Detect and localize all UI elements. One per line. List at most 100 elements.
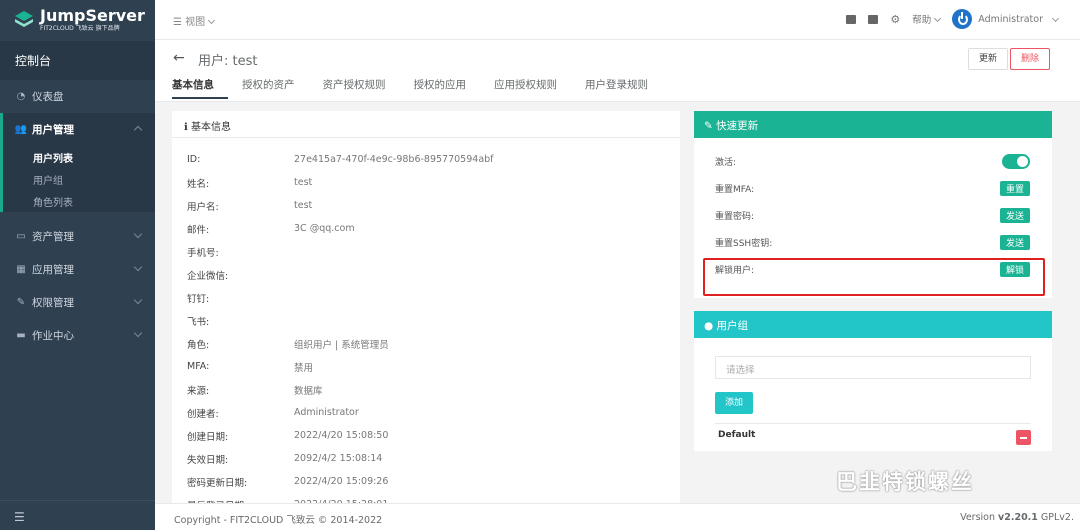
info-label: 飞书: <box>187 316 210 328</box>
edit-icon: ✎ <box>16 297 26 308</box>
info-value: Administrator <box>294 407 359 418</box>
tab-app-perm-rules[interactable]: 应用授权规则 <box>494 77 571 99</box>
info-label: 创建日期: <box>187 431 229 443</box>
info-row: 创建日期: 2022/4/20 15:08:50 <box>172 424 680 447</box>
chevron-down-icon <box>1051 14 1060 22</box>
info-value: 27e415a7-470f-4e9c-98b6-895770594abf <box>294 154 494 165</box>
info-label: 钉钉: <box>187 293 210 305</box>
sidebar-item-job-center[interactable]: ▬ 作业中心 <box>0 319 155 352</box>
edit-icon: ✎ <box>704 120 713 132</box>
info-value: 组织用户 | 系统管理员 <box>294 339 389 351</box>
sidebar-item-label: 用户管理 <box>32 124 74 136</box>
terminal-icon[interactable] <box>868 14 879 24</box>
info-label: 邮件: <box>187 224 210 236</box>
info-value: test <box>294 200 313 211</box>
info-row: 来源: 数据库 <box>172 378 680 401</box>
reset-mfa-button[interactable]: 重置 <box>999 181 1030 196</box>
basic-info-panel: ℹ 基本信息 ID: 27e415a7-470f-4e9c-98b6-895770… <box>172 111 680 503</box>
view-label: 视图 <box>185 17 206 28</box>
info-label: 用户名: <box>187 201 219 213</box>
info-rows: ID: 27e415a7-470f-4e9c-98b6-895770594abf 姓… <box>172 138 680 503</box>
update-button[interactable]: 更新 <box>967 48 1008 70</box>
sidebar-group-user-mgmt: 👥 用户管理 用户列表 用户组 角色列表 <box>0 113 155 212</box>
info-label: 手机号: <box>187 247 219 259</box>
sidebar-item-role-list[interactable]: 角色列表 <box>3 190 155 212</box>
back-arrow-icon[interactable]: ← <box>173 50 185 66</box>
info-row: 企业微信: <box>172 263 680 286</box>
version: Version v2.20.1 GPLv2. <box>960 512 1074 523</box>
footer: Copyright - FIT2CLOUD 飞致云 © 2014-2022 Ve… <box>155 503 1080 530</box>
panel-title: 基本信息 <box>191 122 231 133</box>
tab-login-rules[interactable]: 用户登录规则 <box>585 77 662 99</box>
active-row: 激活: <box>694 148 1052 175</box>
avatar <box>952 9 973 29</box>
logo[interactable]: JumpServer FIT2CLOUD 飞致云 旗下品牌 <box>0 0 155 40</box>
panel-heading: ✎ 快速更新 <box>694 111 1052 138</box>
sidebar-item-user-list[interactable]: 用户列表 <box>3 146 155 168</box>
tab-authorized-assets[interactable]: 授权的资产 <box>242 77 309 99</box>
group-name: Default <box>718 430 756 440</box>
tab-bar: 基本信息 授权的资产 资产授权规则 授权的应用 应用授权规则 用户登录规则 <box>172 77 676 99</box>
info-row: 用户名: test <box>172 194 680 217</box>
view-dropdown[interactable]: ☰ 视图 <box>173 13 216 28</box>
help-label: 帮助 <box>912 15 932 26</box>
users-icon: 👥 <box>14 124 28 135</box>
group-row: Default <box>715 423 1031 448</box>
page-header: ← 用户: test 更新 删除 基本信息 授权的资产 资产授权规则 授权的应用… <box>155 40 1080 102</box>
panel-title: 快速更新 <box>716 120 759 132</box>
console-switch[interactable]: 控制台 <box>0 40 155 80</box>
sidebar-item-label: 权限管理 <box>32 297 74 309</box>
help-dropdown[interactable]: 帮助 <box>912 12 942 26</box>
info-row: ID: 27e415a7-470f-4e9c-98b6-895770594abf <box>172 148 680 171</box>
dashboard-icon: ◔ <box>16 91 26 102</box>
add-group-button[interactable]: 添加 <box>715 392 754 414</box>
sidebar-item-label: 作业中心 <box>32 330 74 342</box>
sidebar-item-app-mgmt[interactable]: ▦ 应用管理 <box>0 253 155 286</box>
info-value: 2022/4/20 15:09:26 <box>294 476 389 487</box>
sidebar-item-dashboard[interactable]: ◔ 仪表盘 <box>0 80 155 113</box>
sidebar-item-label: 资产管理 <box>32 231 74 243</box>
mail-icon[interactable] <box>846 14 857 24</box>
info-icon: ℹ <box>184 122 188 133</box>
chevron-down-icon <box>133 229 143 239</box>
active-toggle[interactable] <box>1002 154 1030 169</box>
panel-heading: ℹ 基本信息 <box>172 111 680 138</box>
send-ssh-button[interactable]: 发送 <box>999 235 1030 250</box>
info-value: 禁用 <box>294 362 314 374</box>
sidebar-item-user-group[interactable]: 用户组 <box>3 168 155 190</box>
menu-collapse-button[interactable]: ☰ <box>0 500 155 530</box>
panel-title: 用户组 <box>716 320 749 332</box>
reset-ssh-row: 重置SSH密钥: 发送 <box>694 229 1052 256</box>
remove-group-button[interactable] <box>1016 430 1031 445</box>
tab-authorized-apps[interactable]: 授权的应用 <box>414 77 481 99</box>
sidebar-item-label: 仪表盘 <box>32 91 64 103</box>
user-name: Administrator <box>978 13 1043 25</box>
user-dropdown[interactable]: Administrator <box>952 9 1060 29</box>
info-label: 密码更新日期: <box>187 477 248 489</box>
topbar: ☰ 视图 ⚙ 帮助 Administrator <box>155 0 1080 40</box>
version-number: v2.20.1 <box>998 512 1038 523</box>
reset-password-row: 重置密码: 发送 <box>694 202 1052 229</box>
sidebar-item-perm-mgmt[interactable]: ✎ 权限管理 <box>0 286 155 319</box>
delete-button[interactable]: 删除 <box>1009 48 1050 70</box>
send-password-button[interactable]: 发送 <box>999 208 1030 223</box>
tab-basic-info[interactable]: 基本信息 <box>172 77 228 99</box>
reset-mfa-label: 重置MFA: <box>715 185 755 195</box>
chevron-down-icon <box>133 295 143 305</box>
page-title: 用户: test <box>198 54 258 69</box>
user-group-panel: ● 用户组 请选择 添加 Default <box>694 311 1052 451</box>
info-label: 失效日期: <box>187 454 229 466</box>
sidebar-item-label: 应用管理 <box>32 264 74 276</box>
version-prefix: Version <box>960 512 999 523</box>
panel-heading: ● 用户组 <box>694 311 1052 338</box>
tab-asset-perm-rules[interactable]: 资产授权规则 <box>323 77 400 99</box>
chevron-up-icon <box>133 125 143 135</box>
chevron-down-icon <box>208 16 216 25</box>
info-label: 创建者: <box>187 408 219 420</box>
sidebar-item-asset-mgmt[interactable]: ▭ 资产管理 <box>0 220 155 253</box>
info-row: 失效日期: 2092/4/2 15:08:14 <box>172 447 680 470</box>
info-row: 创建者: Administrator <box>172 401 680 424</box>
sidebar-item-user-mgmt[interactable]: 👥 用户管理 <box>3 113 155 146</box>
group-select[interactable]: 请选择 <box>715 356 1031 379</box>
settings-icon[interactable]: ⚙ <box>890 13 900 26</box>
